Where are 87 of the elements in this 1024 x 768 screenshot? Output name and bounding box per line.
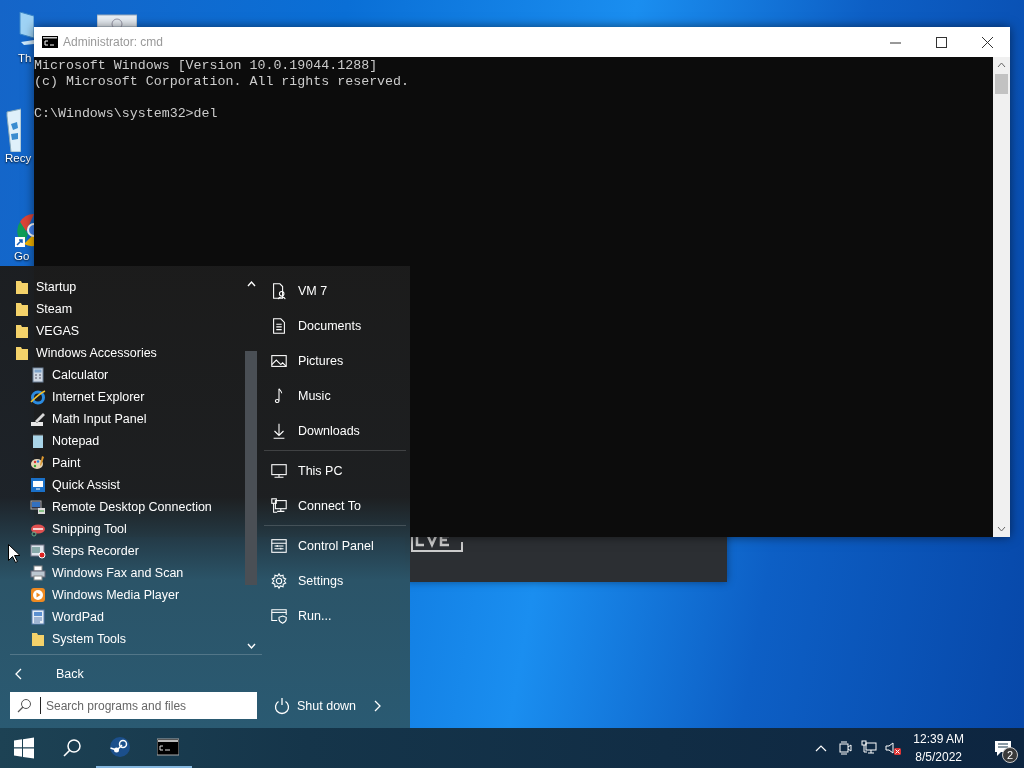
search-icon	[61, 737, 83, 759]
program-item[interactable]: VEGAS	[0, 320, 244, 342]
menu-item[interactable]: Documents	[262, 308, 410, 343]
clock-time: 12:39 AM	[913, 731, 964, 748]
maximize-icon	[935, 36, 947, 48]
monitor-icon	[30, 477, 46, 493]
windows-logo-icon	[13, 737, 35, 759]
cursor-icon	[8, 544, 20, 563]
window-title: Administrator: cmd	[63, 35, 165, 49]
notepad-icon	[30, 433, 46, 449]
power-icon	[273, 697, 291, 715]
menu-item[interactable]: Run...	[262, 598, 410, 633]
folder-icon	[14, 301, 30, 317]
command-prompt: C:\Windows\system32>del	[34, 106, 219, 122]
printer-icon	[30, 565, 46, 581]
menu-item[interactable]: Connect To	[262, 488, 410, 523]
window-icon[interactable]	[97, 14, 137, 27]
scroll-down-icon[interactable]	[997, 524, 1006, 533]
monitor-icon	[30, 499, 46, 515]
menu-item[interactable]: Settings	[262, 563, 410, 598]
search-field[interactable]: Search programs and files	[10, 692, 257, 719]
program-item[interactable]: Calculator	[0, 364, 244, 386]
window-shield-icon	[270, 606, 288, 625]
icon-label: Recy	[5, 152, 32, 164]
notification-count: 2	[1002, 747, 1018, 763]
scroll-down-icon[interactable]	[246, 641, 256, 650]
program-item[interactable]: Startup	[0, 276, 244, 298]
program-item[interactable]: Quick Assist	[0, 474, 244, 496]
program-item[interactable]: Steps Recorder	[0, 540, 244, 562]
network-icon[interactable]	[861, 740, 878, 756]
menu-item[interactable]: Pictures	[262, 343, 410, 378]
search-icon	[16, 697, 32, 714]
program-item[interactable]: Notepad	[0, 430, 244, 452]
play-icon	[30, 587, 46, 603]
console-line: (c) Microsoft Corporation. All rights reserved.	[34, 74, 411, 90]
document-icon	[270, 316, 288, 335]
menu-item[interactable]: Control Panel	[262, 528, 410, 563]
menu-item[interactable]: This PC	[262, 453, 410, 488]
scrollbar-thumb[interactable]	[995, 74, 1008, 94]
clock-date: 8/5/2022	[915, 749, 962, 766]
icon-label: Go	[14, 250, 30, 262]
control-panel-icon	[270, 536, 288, 555]
console-line: Microsoft Windows [Version 10.0.19044.1288]	[34, 58, 379, 74]
program-item[interactable]: Remote Desktop Connection	[0, 496, 244, 518]
scrollbar-thumb[interactable]	[245, 351, 257, 585]
user-file-icon	[270, 281, 288, 300]
notification-button[interactable]: 2	[982, 728, 1024, 768]
program-item[interactable]: Windows Fax and Scan	[0, 562, 244, 584]
speaker-muted-icon[interactable]	[885, 740, 902, 756]
camera-icon[interactable]	[837, 740, 854, 756]
computer-icon	[270, 461, 288, 480]
scroll-up-icon[interactable]	[246, 280, 256, 289]
close-icon	[981, 36, 993, 48]
document-icon	[30, 609, 46, 625]
shutdown-button[interactable]: Shut down	[262, 689, 410, 723]
terminal-icon	[157, 736, 179, 758]
pen-icon	[30, 411, 46, 427]
program-item[interactable]: Paint	[0, 452, 244, 474]
calculator-icon	[30, 367, 46, 383]
palette-icon	[30, 455, 46, 471]
chevron-right-icon	[372, 700, 383, 712]
scrollbar[interactable]	[993, 57, 1010, 537]
program-item[interactable]: Math Input Panel	[0, 408, 244, 430]
program-item[interactable]: Snipping Tool	[0, 518, 244, 540]
icon-label: Th	[18, 52, 32, 64]
folder-icon	[30, 631, 46, 647]
menu-item[interactable]: Downloads	[262, 413, 410, 448]
menu-item[interactable]: VM 7	[262, 273, 410, 308]
menu-item[interactable]: Music	[262, 378, 410, 413]
settings-icon	[270, 571, 288, 590]
globe-swoosh-icon	[30, 389, 46, 405]
back-button[interactable]: Back	[0, 657, 262, 691]
folder-icon	[14, 323, 30, 339]
program-item[interactable]: Windows Accessories	[0, 342, 244, 364]
program-item[interactable]: Internet Explorer	[0, 386, 244, 408]
network-icon	[270, 496, 288, 515]
clock[interactable]: 12:39 AM 8/5/2022	[909, 730, 974, 766]
program-item[interactable]: Windows Media Player	[0, 584, 244, 606]
folder-icon	[14, 345, 30, 361]
terminal-icon	[42, 36, 58, 48]
recorder-icon	[30, 543, 46, 559]
folder-icon	[14, 279, 30, 295]
program-item[interactable]: System Tools	[0, 628, 244, 650]
steam-icon	[109, 736, 131, 758]
program-item[interactable]: WordPad	[0, 606, 244, 628]
program-item[interactable]: Steam	[0, 298, 244, 320]
recycle-bin-icon[interactable]	[5, 108, 21, 152]
